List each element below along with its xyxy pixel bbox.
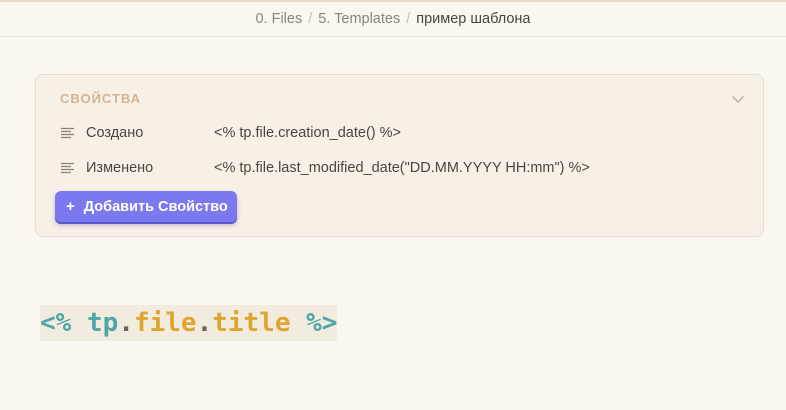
property-value[interactable]: <% tp.file.creation_date() %>: [214, 125, 401, 141]
add-property-label: Добавить Свойство: [83, 198, 228, 215]
text-lines-icon[interactable]: [60, 126, 76, 140]
breadcrumb-separator: /: [308, 11, 313, 27]
plus-icon: +: [66, 198, 75, 215]
text-lines-icon[interactable]: [60, 161, 76, 175]
breadcrumb-item-files[interactable]: 0. Files: [255, 11, 302, 27]
template-open-tag: <%: [40, 308, 72, 338]
property-value[interactable]: <% tp.file.last_modified_date("DD.MM.YYY…: [214, 160, 590, 176]
add-property-button[interactable]: + Добавить Свойство: [55, 191, 237, 222]
template-close-tag: %>: [306, 308, 338, 338]
property-row-created: Создано <% tp.file.creation_date() %>: [60, 122, 401, 144]
properties-panel: СВОЙСТВА Создано <% tp.file.creation_dat…: [35, 74, 764, 237]
template-dot: .: [118, 308, 134, 338]
property-key[interactable]: Изменено: [86, 160, 214, 176]
breadcrumb-separator: /: [406, 11, 411, 27]
breadcrumb-item-templates[interactable]: 5. Templates: [318, 11, 400, 27]
template-property-file: file: [133, 308, 197, 338]
breadcrumb: 0. Files / 5. Templates / пример шаблона: [0, 2, 786, 37]
property-row-modified: Изменено <% tp.file.last_modified_date("…: [60, 157, 590, 179]
template-property-title: title: [212, 308, 291, 338]
template-dot: .: [196, 308, 213, 338]
chevron-down-icon[interactable]: [731, 92, 745, 106]
template-object: tp: [86, 308, 119, 338]
template-title-line[interactable]: <% tp.file.title %>: [40, 305, 338, 341]
properties-heading[interactable]: СВОЙСТВА: [60, 91, 141, 106]
breadcrumb-item-current-file[interactable]: пример шаблона: [416, 11, 530, 27]
property-key[interactable]: Создано: [86, 125, 214, 141]
